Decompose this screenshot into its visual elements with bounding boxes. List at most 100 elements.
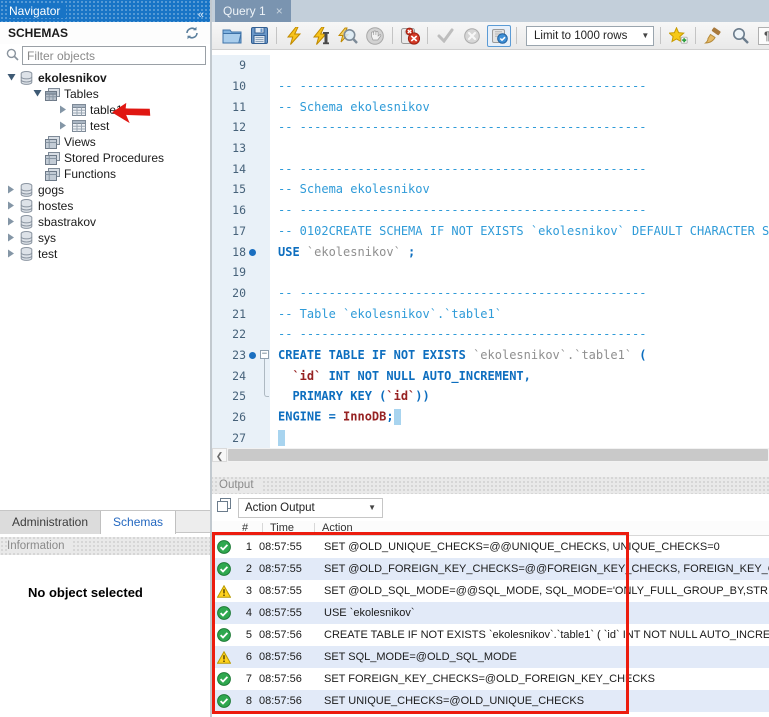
find-icon[interactable] — [728, 25, 752, 47]
code-line-21[interactable]: 21-- Table `ekolesnikov`.`table1` — [212, 303, 769, 324]
warning-triangle-icon — [212, 585, 236, 598]
beautify-icon[interactable] — [701, 25, 725, 47]
execute-current-statement-icon[interactable] — [309, 25, 333, 47]
code-text: -- Table `ekolesnikov`.`table1` — [274, 307, 502, 321]
code-line-16[interactable]: 16-- -----------------------------------… — [212, 200, 769, 221]
open-file-icon[interactable] — [220, 25, 244, 47]
fold-gutter — [258, 55, 274, 76]
tab-query-1[interactable]: Query 1× — [215, 0, 291, 22]
collapse-arrow-icon[interactable] — [4, 73, 18, 83]
tree-item-functions[interactable]: Functions — [0, 166, 210, 182]
refresh-schemas-icon[interactable] — [184, 26, 200, 40]
code-text: -- 0102CREATE SCHEMA IF NOT EXISTS `ekol… — [274, 224, 769, 238]
tree-item-sbastrakov[interactable]: sbastrakov — [0, 214, 210, 230]
fold-gutter — [258, 241, 274, 262]
commit-icon[interactable] — [433, 25, 457, 47]
expand-arrow-icon[interactable] — [4, 233, 18, 244]
column-header-index[interactable]: # — [242, 522, 248, 534]
code-line-25[interactable]: 25 PRIMARY KEY (`id`)) — [212, 386, 769, 407]
row-time: 08:57:55 — [252, 585, 314, 597]
output-row-4[interactable]: 408:57:55USE `ekolesnikov` — [212, 602, 769, 624]
toolbar-separator — [660, 27, 661, 44]
line-number: 26 — [212, 410, 246, 424]
tree-item-tables[interactable]: Tables — [0, 86, 210, 102]
scroll-left-arrow-icon[interactable]: ❮ — [212, 448, 227, 462]
output-row-5[interactable]: 508:57:56CREATE TABLE IF NOT EXISTS `eko… — [212, 624, 769, 646]
code-line-15[interactable]: 15-- Schema ekolesnikov — [212, 179, 769, 200]
code-line-14[interactable]: 14-- -----------------------------------… — [212, 158, 769, 179]
output-row-6[interactable]: 608:57:56SET SQL_MODE=@OLD_SQL_MODE — [212, 646, 769, 668]
collapse-arrow-icon[interactable] — [30, 89, 44, 99]
row-action: SET @OLD_UNIQUE_CHECKS=@@UNIQUE_CHECKS, … — [314, 541, 720, 553]
code-line-10[interactable]: 10-- -----------------------------------… — [212, 76, 769, 97]
toggle-stop-on-error-icon[interactable] — [398, 25, 422, 47]
code-line-13[interactable]: 13 — [212, 138, 769, 159]
expand-arrow-icon[interactable] — [56, 121, 70, 132]
tree-item-gogs[interactable]: gogs — [0, 182, 210, 198]
tree-item-sys[interactable]: sys — [0, 230, 210, 246]
sql-editor[interactable]: 910-- ----------------------------------… — [212, 50, 769, 448]
code-line-9[interactable]: 9 — [212, 55, 769, 76]
tab-schemas[interactable]: Schemas — [101, 511, 176, 534]
save-icon[interactable] — [247, 25, 271, 47]
editor-horizontal-scrollbar[interactable]: ❮ — [212, 448, 769, 462]
code-line-11[interactable]: 11-- Schema ekolesnikov — [212, 96, 769, 117]
stop-execution-icon[interactable] — [363, 25, 387, 47]
row-time: 08:57:55 — [252, 541, 314, 553]
output-view-icon — [216, 497, 232, 518]
editor-output-splitter[interactable] — [212, 462, 769, 477]
output-row-3[interactable]: 308:57:55SET @OLD_SQL_MODE=@@SQL_MODE, S… — [212, 580, 769, 602]
tree-item-stored-procedures[interactable]: Stored Procedures — [0, 150, 210, 166]
code-line-27[interactable]: 27 — [212, 427, 769, 448]
fold-gutter — [258, 221, 274, 242]
code-line-20[interactable]: 20-- -----------------------------------… — [212, 283, 769, 304]
tree-item-views[interactable]: Views — [0, 134, 210, 150]
column-header-time[interactable]: Time — [270, 522, 294, 534]
column-header-action[interactable]: Action — [322, 522, 353, 534]
close-tab-icon[interactable]: × — [276, 4, 283, 18]
code-line-12[interactable]: 12-- -----------------------------------… — [212, 117, 769, 138]
sql-editor-toolbar: Limit to 1000 rows▼ ¶ — [212, 22, 769, 50]
functions-icon — [44, 168, 61, 181]
expand-arrow-icon[interactable] — [4, 249, 18, 260]
output-row-2[interactable]: 208:57:55SET @OLD_FOREIGN_KEY_CHECKS=@@F… — [212, 558, 769, 580]
output-row-7[interactable]: 708:57:56SET FOREIGN_KEY_CHECKS=@OLD_FOR… — [212, 668, 769, 690]
rollback-icon[interactable] — [460, 25, 484, 47]
code-line-23[interactable]: 23−CREATE TABLE IF NOT EXISTS `ekolesnik… — [212, 345, 769, 366]
fold-gutter — [258, 96, 274, 117]
code-line-17[interactable]: 17-- 0102CREATE SCHEMA IF NOT EXISTS `ek… — [212, 221, 769, 242]
fold-gutter — [258, 138, 274, 159]
schema-tree: ekolesnikovTablestable1testViewsStored P… — [0, 70, 210, 262]
explain-plan-icon[interactable] — [336, 25, 360, 47]
tables-icon — [44, 88, 61, 101]
fold-open-icon[interactable]: − — [258, 345, 274, 366]
code-line-19[interactable]: 19 — [212, 262, 769, 283]
tree-item-table1[interactable]: table1 — [0, 102, 210, 118]
save-snippet-icon[interactable] — [666, 25, 690, 47]
code-line-18[interactable]: 18USE `ekolesnikov` ; — [212, 241, 769, 262]
expand-arrow-icon[interactable] — [4, 185, 18, 196]
expand-arrow-icon[interactable] — [4, 201, 18, 212]
filter-objects-input[interactable] — [22, 46, 206, 65]
code-line-26[interactable]: 26ENGINE = InnoDB; — [212, 407, 769, 428]
expand-arrow-icon[interactable] — [56, 105, 70, 116]
output-row-1[interactable]: 108:57:55SET @OLD_UNIQUE_CHECKS=@@UNIQUE… — [212, 536, 769, 558]
tree-item-ekolesnikov[interactable]: ekolesnikov — [0, 70, 210, 86]
table-icon — [70, 120, 87, 132]
code-line-22[interactable]: 22-- -----------------------------------… — [212, 324, 769, 345]
execute-script-icon[interactable] — [282, 25, 306, 47]
scrollbar-thumb[interactable] — [228, 449, 768, 461]
toggle-autocommit-icon[interactable] — [487, 25, 511, 47]
code-line-24[interactable]: 24 `id` INT NOT NULL AUTO_INCREMENT, — [212, 365, 769, 386]
limit-rows-dropdown[interactable]: Limit to 1000 rows▼ — [526, 26, 654, 46]
chevron-down-icon: ▼ — [368, 503, 376, 512]
tree-item-test[interactable]: test — [0, 246, 210, 262]
output-view-selector[interactable]: Action Output ▼ — [238, 498, 383, 518]
expand-arrow-icon[interactable] — [4, 217, 18, 228]
tab-administration[interactable]: Administration — [0, 511, 101, 534]
row-action: SET FOREIGN_KEY_CHECKS=@OLD_FOREIGN_KEY_… — [314, 673, 655, 685]
tree-item-hostes[interactable]: hostes — [0, 198, 210, 214]
show-invisibles-icon[interactable]: ¶ — [755, 25, 769, 47]
tree-item-test[interactable]: test — [0, 118, 210, 134]
output-row-8[interactable]: 808:57:56SET UNIQUE_CHECKS=@OLD_UNIQUE_C… — [212, 690, 769, 712]
